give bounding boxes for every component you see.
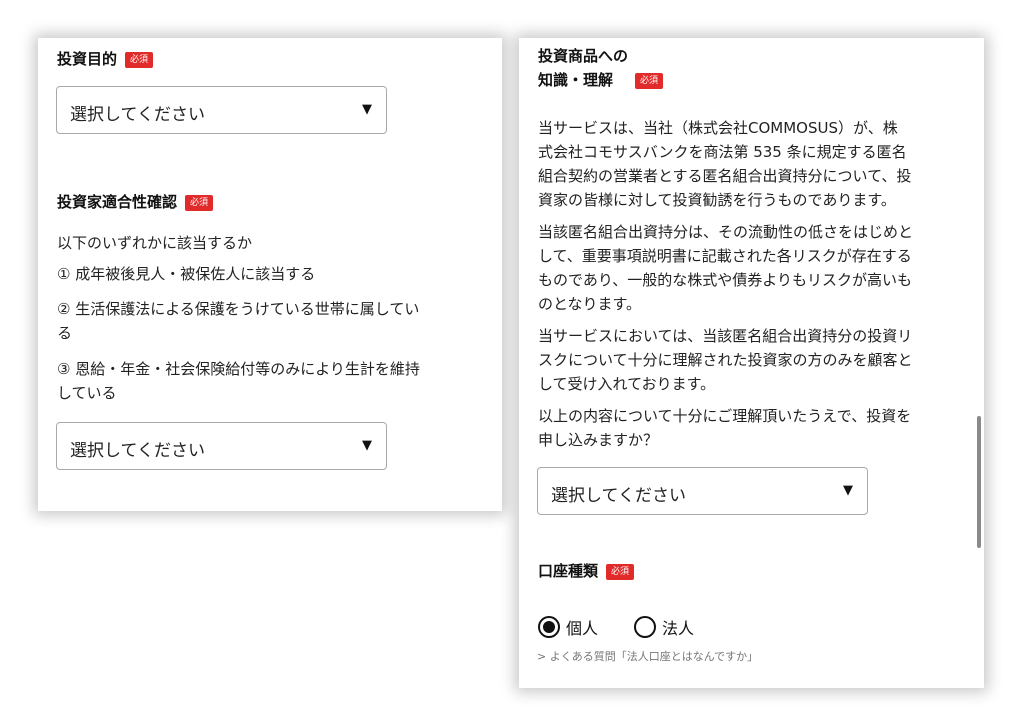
right-form-panel: 投資商品への 知識・理解 必須 当サービスは、当社（株式会社COMMOSUS）が、…: [519, 38, 984, 688]
text-line: 当サービスは、当社（株式会社COMMOSUS）が、株: [538, 119, 898, 137]
suitability-item-3-line2: している: [57, 384, 117, 402]
radio-corporate[interactable]: 法人: [634, 615, 694, 639]
knowledge-title-line2: 知識・理解: [538, 71, 614, 89]
suitability-item-3-line1: ③ 恩給・年金・社会保険給付等のみにより生計を維持: [57, 360, 420, 378]
radio-selected-icon: [538, 616, 560, 638]
knowledge-heading: 知識・理解 必須: [538, 69, 664, 90]
required-badge: 必須: [635, 72, 664, 89]
radio-individual[interactable]: 個人: [538, 615, 598, 639]
investment-purpose-title: 投資目的: [57, 50, 118, 68]
required-badge: 必須: [125, 51, 154, 68]
account-type-heading: 口座種類 必須: [538, 560, 635, 581]
suitability-item-1: ① 成年被後見人・被保佐人に該当する: [57, 265, 316, 283]
select-value: 選択してください: [70, 441, 205, 461]
knowledge-paragraph-1: 当サービスは、当社（株式会社COMMOSUS）が、株 式会社コモサスバンクを商法…: [538, 116, 970, 212]
radio-label-corporate: 法人: [662, 619, 695, 638]
text-line: のとなります。: [538, 295, 642, 313]
faq-corporate-account-link[interactable]: > よくある質問「法人口座とはなんですか」: [537, 648, 758, 664]
chevron-down-icon: ▼: [362, 438, 372, 453]
required-badge: 必須: [185, 194, 214, 211]
text-line: ものであり、一般的な株式や債券よりもリスクが高いも: [538, 271, 912, 289]
investment-purpose-select[interactable]: 選択してください ▼: [56, 86, 387, 134]
text-line: 資家の皆様に対して投資勧誘を行うものであります。: [538, 191, 896, 209]
text-line: 組合契約の営業者とする匿名組合出資持分について、投: [538, 167, 912, 185]
text-line: 申し込みますか？: [538, 431, 659, 449]
knowledge-question: 以上の内容について十分にご理解頂いたうえで、投資を 申し込みますか？: [538, 404, 970, 452]
select-value: 選択してください: [70, 105, 205, 125]
select-value: 選択してください: [551, 486, 686, 506]
suitability-heading: 投資家適合性確認 必須: [57, 191, 214, 212]
knowledge-select[interactable]: 選択してください ▼: [537, 467, 868, 515]
text-line: 当サービスにおいては、当該匿名組合出資持分の投資リ: [538, 327, 913, 345]
suitability-intro: 以下のいずれかに該当するか: [57, 234, 253, 252]
radio-unselected-icon: [634, 616, 656, 638]
text-line: して、重要事項説明書に記載された各リスクが存在する: [538, 247, 912, 265]
text-line: 式会社コモサスバンクを商法第 535 条に規定する匿名: [538, 143, 907, 161]
knowledge-paragraph-3: 当サービスにおいては、当該匿名組合出資持分の投資リ スクについて十分に理解された…: [538, 324, 970, 396]
suitability-title: 投資家適合性確認: [57, 193, 178, 211]
account-type-title: 口座種類: [538, 562, 599, 580]
suitability-item-2-line1: ② 生活保護法による保護をうけている世帯に属してい: [57, 300, 420, 318]
knowledge-title-line1: 投資商品への: [538, 47, 629, 65]
knowledge-paragraph-2: 当該匿名組合出資持分は、その流動性の低さをはじめと して、重要事項説明書に記載さ…: [538, 220, 970, 316]
chevron-down-icon: ▼: [843, 483, 853, 498]
investment-purpose-heading: 投資目的 必須: [57, 48, 154, 69]
text-line: して受け入れております。: [538, 375, 716, 393]
radio-label-individual: 個人: [566, 619, 599, 638]
suitability-select[interactable]: 選択してください ▼: [56, 422, 387, 470]
left-form-panel: 投資目的 必須 選択してください ▼ 投資家適合性確認 必須 以下のいずれかに該当す…: [38, 38, 502, 511]
scrollbar[interactable]: [977, 416, 981, 548]
text-line: スクについて十分に理解された投資家の方のみを顧客と: [538, 351, 913, 369]
suitability-item-2-line2: る: [57, 324, 73, 342]
radio-dot: [543, 621, 555, 633]
text-line: 以上の内容について十分にご理解頂いたうえで、投資を: [538, 407, 912, 425]
text-line: 当該匿名組合出資持分は、その流動性の低さをはじめと: [538, 223, 914, 241]
required-badge: 必須: [606, 563, 635, 580]
chevron-down-icon: ▼: [362, 102, 372, 117]
